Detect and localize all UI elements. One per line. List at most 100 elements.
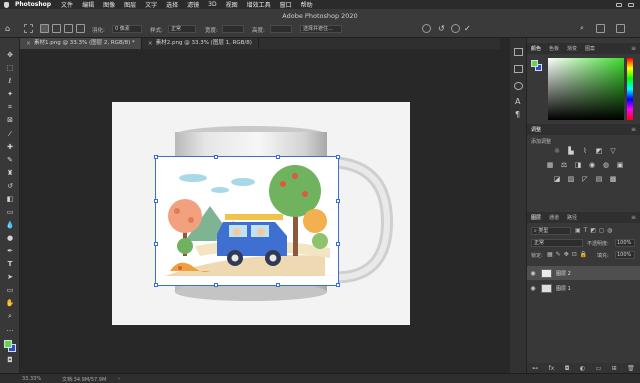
transform-handle[interactable] [336,283,340,287]
more-tools-icon[interactable]: … [5,325,15,333]
menu-type[interactable]: 文字 [145,0,157,9]
close-icon[interactable]: × [148,38,153,49]
tab-document-2[interactable]: × 素材2.png @ 33.3% (图层 1, RGB/8) [142,38,259,49]
tab-document-1[interactable]: × 素材1.png @ 33.3% (图层 2, RGB/8) * [20,38,142,49]
menu-select[interactable]: 选择 [166,0,178,9]
brightness-icon[interactable]: ☼ [553,148,561,155]
tab-paths[interactable]: 路径 [563,214,581,221]
pen-tool-icon[interactable]: ✒ [5,247,15,255]
layer-filter-icons[interactable]: ▣T◩◻◍ [575,227,635,235]
foreground-color-swatch[interactable] [531,60,538,67]
posterize-icon[interactable]: ▨ [567,176,575,183]
panel-menu-icon[interactable]: ≡ [631,214,636,221]
layer-row[interactable]: ◉ 图层 2 [527,266,640,280]
color-picker-field[interactable] [548,58,624,120]
dodge-tool-icon[interactable]: ● [5,234,15,242]
menu-edit[interactable]: 编辑 [82,0,94,9]
opacity-input[interactable]: 100% [615,239,635,247]
menu-filter[interactable]: 滤镜 [187,0,199,9]
visibility-eye-icon[interactable]: ◉ [527,285,539,292]
menu-plugins[interactable]: 增效工具 [247,0,271,9]
cancel-icon[interactable] [451,24,460,33]
tab-swatches[interactable]: 色板 [545,45,563,52]
menu-file[interactable]: 文件 [61,0,73,9]
photo-filter-icon[interactable]: ◉ [588,162,596,169]
color-balance-icon[interactable]: ⚖ [560,162,568,169]
eyedropper-tool-icon[interactable]: ⁄ [5,130,15,138]
transform-handle[interactable] [276,155,280,159]
new-selection-icon[interactable] [40,24,49,33]
menu-view[interactable]: 视图 [226,0,238,9]
zoom-level[interactable]: 33.33% [22,376,41,382]
transform-handle[interactable] [276,283,280,287]
rectangle-tool-icon[interactable]: ▭ [5,286,15,294]
foreground-color-swatch[interactable] [4,340,12,348]
menu-help[interactable]: 帮助 [301,0,313,9]
delete-layer-icon[interactable]: 🗑 [627,365,635,372]
new-layer-icon[interactable]: ⊞ [612,365,617,372]
app-menu[interactable]: Photoshop [15,1,51,8]
crop-tool-icon[interactable]: ⌗ [5,103,15,111]
blend-mode-select[interactable]: 正常 [531,239,583,247]
black-white-icon[interactable]: ◨ [574,162,582,169]
panel-menu-icon[interactable]: ≡ [631,45,636,52]
panel-menu-icon[interactable]: ≡ [631,126,636,133]
move-tool-icon[interactable]: ✥ [5,51,15,59]
menu-image[interactable]: 图像 [103,0,115,9]
tab-color[interactable]: 颜色 [527,45,545,52]
libraries-panel-icon[interactable] [514,82,523,90]
style-select[interactable]: 正常 [168,25,196,33]
transform-handle[interactable] [214,283,218,287]
fill-input[interactable]: 100% [615,251,635,259]
transform-handle[interactable] [336,242,340,246]
brush-tool-icon[interactable]: ✎ [5,156,15,164]
hue-saturation-icon[interactable]: ▦ [546,162,554,169]
layer-row[interactable]: ◉ 图层 1 [527,281,640,295]
visibility-eye-icon[interactable]: ◉ [527,270,539,277]
adjustment-layer-icon[interactable]: ◐ [580,365,585,372]
path-selection-tool-icon[interactable]: ➤ [5,273,15,281]
search-icon[interactable]: ⌕ [580,24,589,33]
lock-icons[interactable]: ▦✎✥⊡🔒 [547,251,590,258]
channel-mixer-icon[interactable]: ◍ [602,162,610,169]
tab-layers[interactable]: 图层 [527,214,545,221]
gradient-map-icon[interactable]: ▤ [595,176,603,183]
zoom-tool-icon[interactable]: ⌕ [5,312,15,320]
properties-panel-icon[interactable] [514,65,523,73]
width-input[interactable] [222,25,244,33]
height-input[interactable] [270,25,292,33]
history-brush-tool-icon[interactable]: ↺ [5,182,15,190]
workspace-icon[interactable] [596,24,605,33]
tab-gradients[interactable]: 渐变 [563,45,581,52]
group-icon[interactable]: ▭ [596,365,602,372]
select-mask-button[interactable]: 选择并遮住... [300,25,342,33]
status-arrow-icon[interactable]: › [118,376,120,382]
tab-adjustments[interactable]: 调整 [527,126,545,133]
tab-patterns[interactable]: 图案 [581,45,599,52]
tab-channels[interactable]: 通道 [545,214,563,221]
link-layers-icon[interactable]: ⊷ [532,365,538,372]
paragraph-panel-icon[interactable]: ¶ [515,110,524,119]
color-lookup-icon[interactable]: ▣ [616,162,624,169]
transform-handle[interactable] [154,242,158,246]
document-info[interactable]: 文档:34.9M/57.9M [62,376,106,383]
warp-icon[interactable] [422,24,431,33]
menu-3d[interactable]: 3D [208,1,216,8]
invert-icon[interactable]: ◪ [553,176,561,183]
layer-style-icon[interactable]: fx [549,365,555,372]
menu-layer[interactable]: 图层 [124,0,136,9]
marquee-tool-icon[interactable]: ⬚ [5,64,15,72]
history-panel-icon[interactable] [514,48,523,56]
character-panel-icon[interactable]: A [515,97,524,106]
commit-check-icon[interactable]: ✓ [464,24,473,33]
layer-mask-icon[interactable]: ◘ [565,365,570,372]
lasso-tool-icon[interactable]: ℓ [5,77,15,85]
magic-wand-tool-icon[interactable]: ✦ [5,90,15,98]
close-icon[interactable]: × [26,38,31,49]
transform-handle[interactable] [336,155,340,159]
levels-icon[interactable]: ▙ [567,148,575,155]
hue-slider[interactable] [627,58,633,120]
type-tool-icon[interactable]: T [5,260,15,268]
hand-tool-icon[interactable]: ✋ [5,299,15,307]
marquee-tool-icon[interactable] [24,24,33,33]
